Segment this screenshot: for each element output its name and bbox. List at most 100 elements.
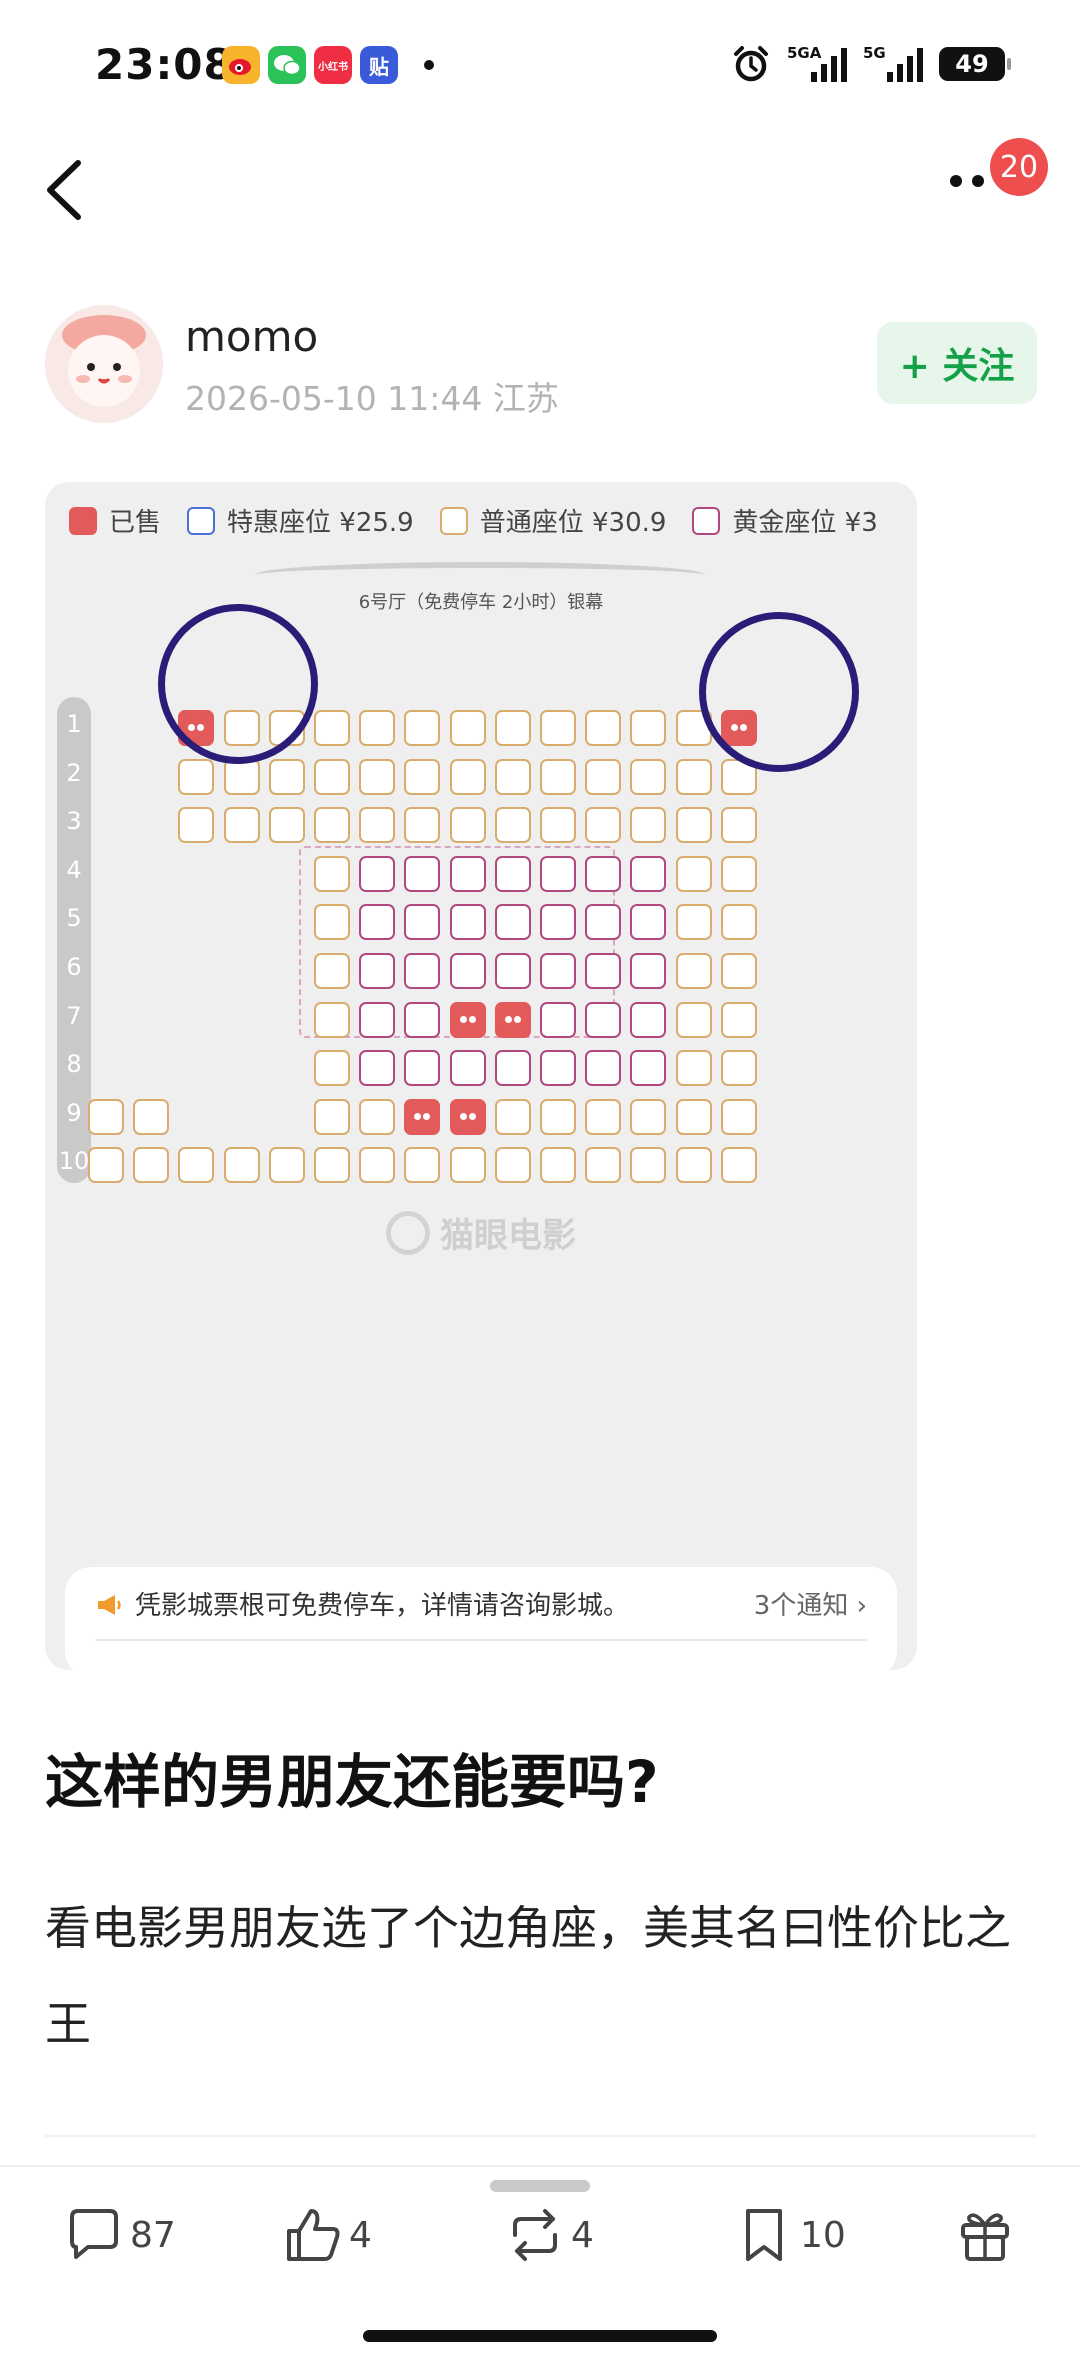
- standard-seat[interactable]: [675, 904, 712, 941]
- standard-seat[interactable]: [494, 807, 531, 844]
- gold-seat[interactable]: [585, 904, 622, 941]
- standard-seat[interactable]: [720, 1098, 757, 1135]
- standard-seat[interactable]: [88, 1147, 124, 1184]
- standard-seat[interactable]: [133, 1147, 170, 1184]
- gold-seat[interactable]: [540, 1050, 576, 1087]
- standard-seat[interactable]: [314, 855, 350, 892]
- standard-seat[interactable]: [675, 807, 712, 844]
- standard-seat[interactable]: [449, 807, 486, 844]
- standard-seat[interactable]: [675, 953, 712, 989]
- gold-seat[interactable]: [404, 855, 441, 892]
- gold-seat[interactable]: [359, 1050, 396, 1087]
- gold-seat[interactable]: [359, 953, 396, 989]
- standard-seat[interactable]: [359, 758, 396, 795]
- gold-seat[interactable]: [404, 1001, 441, 1038]
- standard-seat[interactable]: [223, 1147, 260, 1184]
- gold-seat[interactable]: [585, 1050, 622, 1087]
- standard-seat[interactable]: [314, 1050, 350, 1087]
- standard-seat[interactable]: [314, 1001, 350, 1038]
- gold-seat[interactable]: [630, 953, 667, 989]
- standard-seat[interactable]: [449, 758, 486, 795]
- comment-button[interactable]: 87: [64, 2205, 176, 2265]
- gold-seat[interactable]: [630, 1050, 667, 1087]
- gold-seat[interactable]: [494, 1050, 531, 1087]
- home-indicator[interactable]: [363, 2330, 717, 2342]
- gold-seat[interactable]: [585, 855, 622, 892]
- gold-seat[interactable]: [359, 904, 396, 941]
- like-button[interactable]: 4: [283, 2205, 372, 2265]
- standard-seat[interactable]: [268, 1147, 305, 1184]
- standard-seat[interactable]: [359, 1098, 396, 1135]
- standard-seat[interactable]: [585, 1147, 622, 1184]
- author-name[interactable]: momo: [185, 312, 318, 361]
- standard-seat[interactable]: [314, 953, 350, 989]
- standard-seat[interactable]: [540, 1098, 576, 1135]
- gold-seat[interactable]: [404, 1050, 441, 1087]
- standard-seat[interactable]: [720, 904, 757, 941]
- standard-seat[interactable]: [359, 710, 396, 746]
- standard-seat[interactable]: [720, 953, 757, 989]
- standard-seat[interactable]: [630, 1147, 667, 1184]
- standard-seat[interactable]: [585, 807, 622, 844]
- standard-seat[interactable]: [404, 1147, 441, 1184]
- standard-seat[interactable]: [720, 807, 757, 844]
- standard-seat[interactable]: [540, 710, 576, 746]
- gold-seat[interactable]: [449, 1050, 486, 1087]
- standard-seat[interactable]: [675, 1098, 712, 1135]
- standard-seat[interactable]: [540, 1147, 576, 1184]
- standard-seat[interactable]: [540, 758, 576, 795]
- gold-seat[interactable]: [585, 1001, 622, 1038]
- standard-seat[interactable]: [720, 1050, 757, 1087]
- follow-button[interactable]: + 关注: [877, 322, 1037, 404]
- gold-seat[interactable]: [449, 855, 486, 892]
- standard-seat[interactable]: [630, 758, 667, 795]
- standard-seat[interactable]: [494, 710, 531, 746]
- standard-seat[interactable]: [494, 1098, 531, 1135]
- gold-seat[interactable]: [630, 1001, 667, 1038]
- standard-seat[interactable]: [404, 758, 441, 795]
- favorite-button[interactable]: 10: [734, 2205, 846, 2265]
- standard-seat[interactable]: [494, 1147, 531, 1184]
- back-icon[interactable]: [38, 155, 98, 225]
- standard-seat[interactable]: [178, 1147, 215, 1184]
- standard-seat[interactable]: [585, 1098, 622, 1135]
- standard-seat[interactable]: [675, 855, 712, 892]
- standard-seat[interactable]: [314, 1098, 350, 1135]
- standard-seat[interactable]: [675, 1001, 712, 1038]
- avatar[interactable]: [45, 305, 163, 423]
- gold-seat[interactable]: [449, 953, 486, 989]
- standard-seat[interactable]: [720, 855, 757, 892]
- gold-seat[interactable]: [449, 904, 486, 941]
- gold-seat[interactable]: [359, 1001, 396, 1038]
- standard-seat[interactable]: [359, 1147, 396, 1184]
- gold-seat[interactable]: [540, 953, 576, 989]
- post-image-seat-map[interactable]: 已售 特惠座位 ¥25.9 普通座位 ¥30.9 黄金座位 ¥3 6号厅（免费停…: [45, 482, 917, 1670]
- gold-seat[interactable]: [630, 855, 667, 892]
- more-options-icon[interactable]: [950, 175, 984, 187]
- standard-seat[interactable]: [359, 807, 396, 844]
- standard-seat[interactable]: [268, 807, 305, 844]
- standard-seat[interactable]: [675, 1147, 712, 1184]
- standard-seat[interactable]: [314, 758, 350, 795]
- standard-seat[interactable]: [630, 807, 667, 844]
- sheet-handle[interactable]: [490, 2180, 590, 2192]
- gold-seat[interactable]: [494, 953, 531, 989]
- standard-seat[interactable]: [178, 807, 215, 844]
- standard-seat[interactable]: [585, 758, 622, 795]
- standard-seat[interactable]: [314, 1147, 350, 1184]
- gold-seat[interactable]: [404, 953, 441, 989]
- gold-seat[interactable]: [359, 855, 396, 892]
- standard-seat[interactable]: [675, 758, 712, 795]
- gold-seat[interactable]: [630, 904, 667, 941]
- standard-seat[interactable]: [404, 710, 441, 746]
- standard-seat[interactable]: [88, 1098, 124, 1135]
- standard-seat[interactable]: [585, 710, 622, 746]
- standard-seat[interactable]: [449, 710, 486, 746]
- standard-seat[interactable]: [178, 758, 215, 795]
- standard-seat[interactable]: [720, 1147, 757, 1184]
- gift-button[interactable]: [955, 2205, 1015, 2265]
- gold-seat[interactable]: [540, 1001, 576, 1038]
- standard-seat[interactable]: [675, 1050, 712, 1087]
- standard-seat[interactable]: [314, 710, 350, 746]
- gold-seat[interactable]: [540, 855, 576, 892]
